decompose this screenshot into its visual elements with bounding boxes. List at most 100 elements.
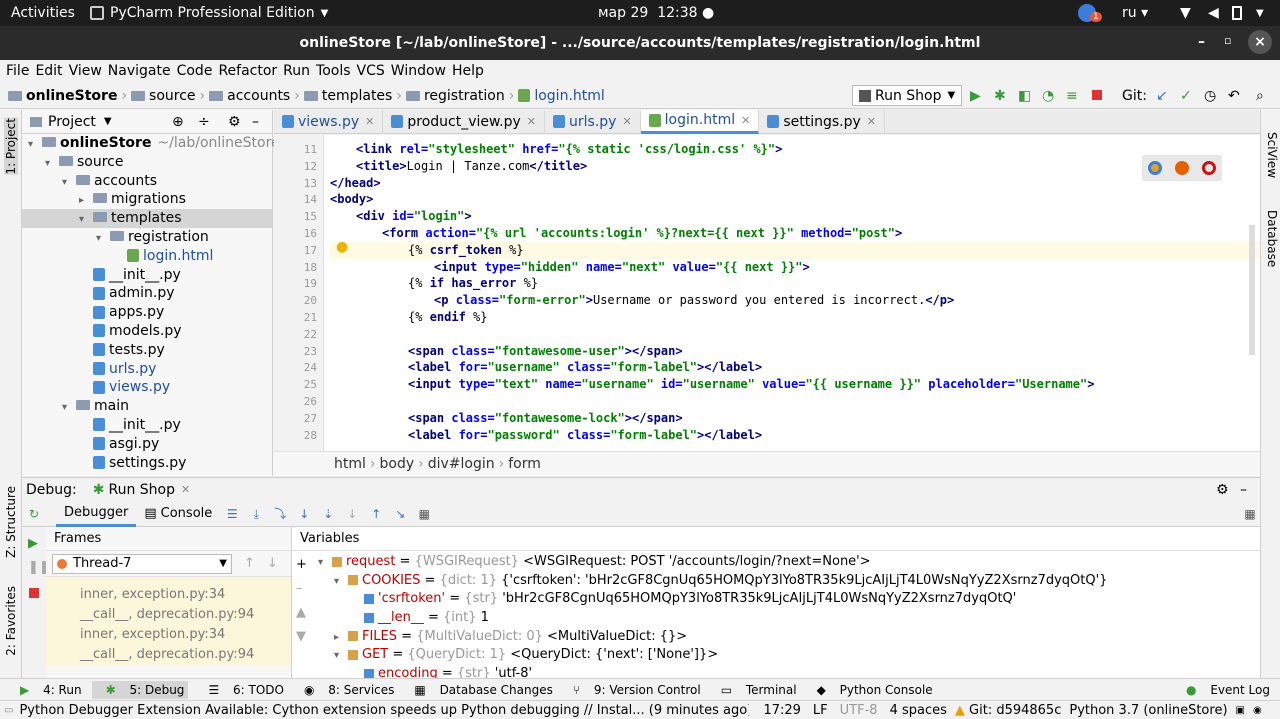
code-line[interactable]: <title>Login | Tanze.com</title> bbox=[330, 158, 587, 175]
variable-row[interactable]: ▾ GET = {QueryDict: 1} <QueryDict: {'next… bbox=[318, 646, 1248, 665]
minimize-icon[interactable]: – bbox=[1198, 34, 1205, 50]
tree-item[interactable]: urls.py bbox=[22, 360, 272, 379]
tree-item[interactable]: ▾ source bbox=[22, 153, 272, 172]
activities-button[interactable]: Activities bbox=[11, 5, 75, 21]
breadcrumb-item[interactable]: templates bbox=[322, 88, 393, 104]
next-frame-icon[interactable]: ↓ bbox=[267, 556, 278, 571]
menu-tools[interactable]: Tools bbox=[316, 63, 351, 79]
layout-icon[interactable]: ▦ bbox=[1243, 507, 1257, 521]
variable-row[interactable]: ▾ request = {WSGIRequest} <WSGIRequest: P… bbox=[318, 553, 1248, 572]
editor-gutter[interactable]: 11 12 13 14 15 16 17 18 19 20 21 22 23 24 25 26 27 28 bbox=[274, 135, 324, 451]
tab-settings-py[interactable]: settings.py ✕ bbox=[759, 109, 886, 134]
close-tab-icon[interactable]: ✕ bbox=[622, 115, 631, 128]
code-line[interactable]: <span class="fontawesome-user"></span> bbox=[330, 343, 683, 360]
force-step-into-icon[interactable]: ↓ bbox=[345, 507, 359, 521]
menu-vcs[interactable]: VCS bbox=[357, 63, 385, 79]
clock[interactable]: мар 29 12:38 ● bbox=[598, 5, 714, 21]
menu-code[interactable]: Code bbox=[177, 63, 213, 79]
tree-item[interactable]: __init__.py bbox=[22, 266, 272, 285]
tree-item[interactable]: __init__.py bbox=[22, 416, 272, 435]
caret-position[interactable]: 17:29 bbox=[763, 703, 800, 718]
debug-session-tab[interactable]: ✱ Run Shop ✕ bbox=[93, 482, 190, 498]
rerun-icon[interactable]: ↻ bbox=[27, 507, 41, 521]
expand-arrow-icon[interactable]: ▾ bbox=[334, 647, 348, 666]
menu-navigate[interactable]: Navigate bbox=[108, 63, 171, 79]
tree-item[interactable]: tests.py bbox=[22, 341, 272, 360]
code-line[interactable]: <div id="login"> bbox=[330, 208, 472, 225]
tab-product-view-py[interactable]: product_view.py ✕ bbox=[383, 109, 546, 134]
git-update-icon[interactable]: ↙ bbox=[1156, 88, 1168, 104]
tree-item[interactable]: ▾ onlineStore ~/lab/onlineStore bbox=[22, 134, 280, 155]
gear-icon[interactable]: ⚙ bbox=[1216, 482, 1229, 498]
tree-item[interactable]: asgi.py bbox=[22, 435, 272, 454]
tree-item[interactable]: views.py bbox=[22, 378, 272, 397]
frame-row[interactable]: __call__, deprecation.py:94 bbox=[46, 645, 291, 665]
status-message[interactable]: Python Debugger Extension Available: Cyt… bbox=[19, 703, 749, 718]
expand-arrow-icon[interactable]: ▾ bbox=[28, 136, 42, 155]
crumb-body[interactable]: body bbox=[380, 456, 415, 472]
code-line[interactable]: <form action="{% url 'accounts:login' %}… bbox=[330, 225, 902, 242]
remove-watch-icon[interactable]: – bbox=[296, 581, 303, 596]
tree-item[interactable]: ▸ migrations bbox=[22, 190, 272, 209]
breadcrumb-item[interactable]: onlineStore bbox=[26, 88, 117, 104]
status-icon[interactable]: ▭ bbox=[4, 705, 13, 716]
menu-view[interactable]: View bbox=[69, 63, 102, 79]
file-encoding[interactable]: UTF-8 bbox=[840, 703, 878, 718]
indent-setting[interactable]: 4 spaces bbox=[890, 703, 947, 718]
run-tool-tab[interactable]: ▶ 4: Run bbox=[10, 683, 82, 697]
code-line[interactable]: <input type="hidden" name="next" value="… bbox=[330, 259, 810, 276]
expand-arrow-icon[interactable]: ▾ bbox=[62, 399, 76, 418]
todo-tool-tab[interactable]: ☰ 6: TODO bbox=[198, 683, 284, 697]
maximize-icon[interactable]: ▫ bbox=[1224, 34, 1231, 47]
language-indicator[interactable]: ru ▾ bbox=[1122, 5, 1148, 21]
debug-tool-tab[interactable]: ✱ 5: Debug bbox=[91, 680, 189, 699]
close-tab-icon[interactable]: ✕ bbox=[365, 115, 374, 128]
tab-debugger[interactable]: Debugger bbox=[56, 501, 137, 527]
tree-item[interactable]: ▾ templates bbox=[22, 209, 272, 228]
crumb-html[interactable]: html bbox=[334, 456, 366, 472]
breadcrumb-item[interactable]: source bbox=[149, 88, 196, 104]
python-console-tool-tab[interactable]: ◆ Python Console bbox=[807, 683, 933, 697]
tab-login-html[interactable]: login.html ✕ bbox=[640, 109, 760, 134]
python-interpreter[interactable]: Python 3.7 (onlineStore) bbox=[1069, 703, 1227, 718]
previous-frame-icon[interactable]: ↑ bbox=[244, 556, 255, 571]
search-icon[interactable]: ⌕ bbox=[1256, 88, 1264, 104]
coverage-icon[interactable]: ◧ bbox=[1018, 88, 1031, 104]
run-icon[interactable]: ▶ bbox=[970, 88, 981, 104]
stop-icon[interactable] bbox=[1092, 90, 1102, 100]
menu-run[interactable]: Run bbox=[283, 63, 310, 79]
project-title[interactable]: Project bbox=[48, 114, 96, 130]
run-to-cursor-icon[interactable]: ↘ bbox=[393, 507, 407, 521]
crumb-div-login[interactable]: div#login bbox=[428, 456, 495, 472]
tab-urls-py[interactable]: urls.py ✕ bbox=[545, 109, 641, 134]
battery-icon[interactable] bbox=[1232, 6, 1242, 20]
tree-item[interactable]: ▾ main bbox=[22, 397, 272, 416]
code-line[interactable]: <label for="username" class="form-label"… bbox=[330, 359, 762, 376]
step-out-icon[interactable]: ↑ bbox=[369, 507, 383, 521]
move-down-icon[interactable]: ▼ bbox=[296, 629, 306, 644]
editor-scrollbar[interactable] bbox=[1249, 225, 1255, 355]
expand-arrow-icon[interactable]: ▾ bbox=[96, 230, 110, 249]
volume-icon[interactable]: ◀ bbox=[1208, 5, 1219, 21]
line-separator[interactable]: LF bbox=[813, 703, 828, 718]
code-editor[interactable]: 11 12 13 14 15 16 17 18 19 20 21 22 23 24 25 26 27 28 <li… bbox=[274, 135, 1260, 451]
step-into-icon[interactable]: ↓ bbox=[297, 507, 311, 521]
tree-item[interactable]: ▾ registration bbox=[22, 228, 272, 247]
menu-file[interactable]: File bbox=[6, 63, 29, 79]
tree-item[interactable]: apps.py bbox=[22, 303, 272, 322]
services-tool-tab[interactable]: ◉ 8: Services bbox=[294, 683, 394, 697]
git-commit-icon[interactable]: ✓ bbox=[1180, 88, 1192, 104]
tree-item[interactable]: ▾ accounts bbox=[22, 172, 272, 191]
lock-icon[interactable]: ▣ bbox=[1236, 705, 1245, 716]
tree-item[interactable]: admin.py bbox=[22, 284, 272, 303]
hide-icon[interactable]: – bbox=[1240, 482, 1247, 498]
project-tool-tab[interactable]: 1: Project bbox=[4, 118, 18, 175]
code-line[interactable]: <body> bbox=[330, 191, 373, 208]
tab-views-py[interactable]: views.py ✕ bbox=[274, 109, 384, 134]
favorites-tool-tab[interactable]: 2: Favorites bbox=[4, 586, 18, 656]
collapse-icon[interactable]: ÷ bbox=[198, 114, 210, 130]
expand-arrow-icon[interactable]: ▾ bbox=[318, 554, 332, 573]
tree-item[interactable]: settings.py bbox=[22, 454, 272, 473]
close-icon[interactable]: × bbox=[1248, 30, 1272, 54]
menu-edit[interactable]: Edit bbox=[35, 63, 62, 79]
